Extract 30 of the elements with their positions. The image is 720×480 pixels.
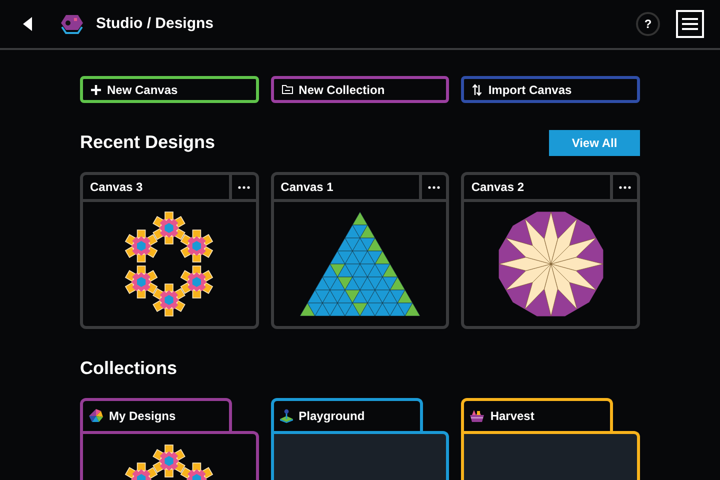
plus-icon [91, 84, 101, 94]
collection-card[interactable] [80, 431, 259, 480]
joystick-icon [280, 409, 293, 423]
design-name: Canvas 2 [464, 175, 613, 199]
help-button[interactable]: ? [636, 12, 660, 36]
collection-name: Harvest [490, 408, 534, 425]
action-button[interactable]: New Collection [270, 76, 450, 103]
basket-icon [470, 410, 484, 422]
design-card[interactable]: Canvas 1 [270, 172, 450, 329]
swap-arrows-icon [472, 84, 482, 96]
folder-icon [282, 85, 293, 94]
design-name: Canvas 3 [83, 175, 232, 199]
design-card[interactable]: Canvas 2 [461, 172, 640, 329]
menu-button[interactable] [676, 10, 704, 38]
more-dots-icon [238, 186, 250, 188]
collection-name: My Designs [109, 408, 176, 425]
back-arrow-icon [23, 17, 33, 31]
page-title: Studio / Designs [96, 14, 214, 34]
logo-icon [60, 13, 84, 35]
collection-name: Playground [298, 408, 365, 425]
action-button[interactable]: Import Canvas [461, 76, 640, 103]
action-button[interactable]: New Canvas [80, 76, 259, 103]
more-dots-icon [428, 186, 440, 188]
design-card[interactable]: Canvas 3 [80, 172, 259, 329]
design-name: Canvas 1 [274, 175, 422, 199]
section-heading: Recent Designs [80, 131, 216, 154]
pinwheel-icon [89, 409, 103, 423]
section-heading: Collections [80, 357, 178, 380]
more-dots-icon [619, 186, 631, 188]
collection-card[interactable] [461, 431, 640, 480]
